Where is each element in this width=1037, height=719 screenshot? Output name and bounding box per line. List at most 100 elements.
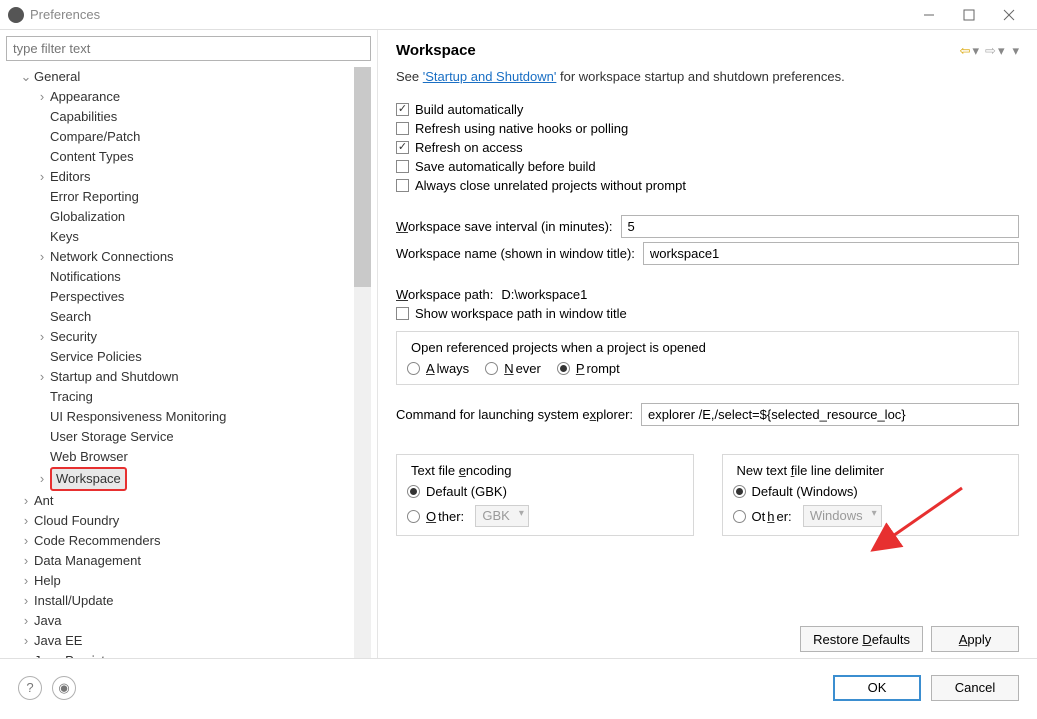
open-referenced-legend: Open referenced projects when a project …: [407, 340, 710, 355]
tree-item-label: Java EE: [34, 631, 82, 651]
tree-item-label: Code Recommenders: [34, 531, 160, 551]
tree-item[interactable]: Notifications: [6, 267, 348, 287]
refresh-native-check[interactable]: Refresh using native hooks or polling: [396, 121, 1019, 136]
nav-forward-icon[interactable]: ⇨: [985, 43, 996, 59]
tree-item-label: Network Connections: [50, 247, 174, 267]
chevron-right-icon: ›: [36, 367, 48, 387]
nav-back-icon[interactable]: ⇦: [960, 43, 971, 59]
ok-button[interactable]: OK: [833, 675, 921, 701]
apply-button[interactable]: Apply: [931, 626, 1019, 652]
checkbox-icon: [396, 122, 409, 135]
tree-item[interactable]: UI Responsiveness Monitoring: [6, 407, 348, 427]
tree-item[interactable]: ›Code Recommenders: [6, 531, 348, 551]
page-title: Workspace: [396, 42, 960, 59]
tree-item[interactable]: ›Startup and Shutdown: [6, 367, 348, 387]
tree-item[interactable]: Capabilities: [6, 107, 348, 127]
tree-item[interactable]: User Storage Service: [6, 427, 348, 447]
cancel-button[interactable]: Cancel: [931, 675, 1019, 701]
tree-item-label: Help: [34, 571, 61, 591]
minimize-button[interactable]: [909, 2, 949, 28]
tree-item[interactable]: ›Appearance: [6, 87, 348, 107]
close-unrelated-check[interactable]: Always close unrelated projects without …: [396, 178, 1019, 193]
scrollbar-thumb[interactable]: [354, 67, 371, 287]
tree-item[interactable]: Tracing: [6, 387, 348, 407]
explorer-input[interactable]: [641, 403, 1019, 426]
chevron-right-icon: ›: [36, 327, 48, 347]
tree-item[interactable]: Service Policies: [6, 347, 348, 367]
dropdown-icon[interactable]: ▾: [998, 43, 1005, 59]
tree-item-label: Content Types: [50, 147, 134, 167]
open-referenced-fieldset: Open referenced projects when a project …: [396, 331, 1019, 385]
open-ref-never[interactable]: Never: [485, 361, 541, 376]
nav-arrows: ⇦ ▾ ⇨ ▾ ▾: [960, 43, 1019, 59]
tree-scrollbar[interactable]: [354, 67, 371, 658]
chevron-right-icon: ›: [20, 511, 32, 531]
tree-item-label: Appearance: [50, 87, 120, 107]
tree-item[interactable]: ›Cloud Foundry: [6, 511, 348, 531]
tree-item[interactable]: ›Install/Update: [6, 591, 348, 611]
tree-item[interactable]: Keys: [6, 227, 348, 247]
checkbox-icon: [396, 141, 409, 154]
left-panel: ⌄General›AppearanceCapabilitiesCompare/P…: [0, 30, 378, 658]
close-button[interactable]: [989, 2, 1029, 28]
tree-item[interactable]: ›Java: [6, 611, 348, 631]
workspace-name-label: Workspace name (shown in window title):: [396, 246, 635, 261]
tree-item-label: Java: [34, 611, 61, 631]
startup-shutdown-link[interactable]: 'Startup and Shutdown': [423, 69, 557, 84]
preferences-tree[interactable]: ⌄General›AppearanceCapabilitiesCompare/P…: [6, 67, 354, 658]
tree-item[interactable]: ›Ant: [6, 491, 348, 511]
tree-item-label: Perspectives: [50, 287, 124, 307]
window-title: Preferences: [30, 7, 909, 22]
maximize-button[interactable]: [949, 2, 989, 28]
open-ref-prompt[interactable]: Prompt: [557, 361, 620, 376]
tree-item[interactable]: ›Java Persistence: [6, 651, 348, 658]
tree-item[interactable]: Perspectives: [6, 287, 348, 307]
tree-item[interactable]: Error Reporting: [6, 187, 348, 207]
chevron-right-icon: ›: [36, 469, 48, 489]
tree-item[interactable]: ›Help: [6, 571, 348, 591]
tree-item[interactable]: ›Security: [6, 327, 348, 347]
tree-item[interactable]: ›Java EE: [6, 631, 348, 651]
tree-item-label: Ant: [34, 491, 54, 511]
save-before-build-check[interactable]: Save automatically before build: [396, 159, 1019, 174]
delimiter-legend: New text file line delimiter: [733, 463, 888, 478]
encoding-default[interactable]: Default (GBK): [407, 484, 683, 499]
tree-item[interactable]: Compare/Patch: [6, 127, 348, 147]
tree-item[interactable]: Web Browser: [6, 447, 348, 467]
show-path-check[interactable]: Show workspace path in window title: [396, 306, 1019, 321]
chevron-right-icon: ›: [36, 87, 48, 107]
build-automatically-check[interactable]: Build automatically: [396, 102, 1019, 117]
tree-item[interactable]: Search: [6, 307, 348, 327]
tree-item-label: Notifications: [50, 267, 121, 287]
dropdown-icon[interactable]: ▾: [973, 43, 980, 59]
delimiter-other[interactable]: Other: Windows: [733, 505, 1009, 527]
workspace-path-label: Workspace path:: [396, 287, 493, 302]
workspace-name-input[interactable]: [643, 242, 1019, 265]
tree-item[interactable]: ›Editors: [6, 167, 348, 187]
tree-item-label: Capabilities: [50, 107, 117, 127]
tree-item-label: Tracing: [50, 387, 93, 407]
open-ref-always[interactable]: Always: [407, 361, 469, 376]
filter-input[interactable]: [6, 36, 371, 61]
refresh-access-check[interactable]: Refresh on access: [396, 140, 1019, 155]
tree-item-label: UI Responsiveness Monitoring: [50, 407, 226, 427]
encoding-other[interactable]: Other: GBK: [407, 505, 683, 527]
chevron-right-icon: ›: [20, 571, 32, 591]
tree-item-label: General: [34, 67, 80, 87]
tree-item[interactable]: Globalization: [6, 207, 348, 227]
tree-item[interactable]: ›Data Management: [6, 551, 348, 571]
help-icon[interactable]: ?: [18, 676, 42, 700]
chevron-right-icon: ›: [20, 531, 32, 551]
tree-item[interactable]: Content Types: [6, 147, 348, 167]
delimiter-default[interactable]: Default (Windows): [733, 484, 1009, 499]
tree-item-label: Security: [50, 327, 97, 347]
tree-item[interactable]: ›Network Connections: [6, 247, 348, 267]
tree-item[interactable]: ›Workspace: [6, 467, 348, 491]
restore-defaults-button[interactable]: Restore Defaults: [800, 626, 923, 652]
import-export-icon[interactable]: ◉: [52, 676, 76, 700]
save-interval-input[interactable]: [621, 215, 1019, 238]
chevron-right-icon: ›: [20, 631, 32, 651]
tree-item[interactable]: ⌄General: [6, 67, 348, 87]
menu-icon[interactable]: ▾: [1012, 43, 1019, 59]
tree-item-label: Service Policies: [50, 347, 142, 367]
